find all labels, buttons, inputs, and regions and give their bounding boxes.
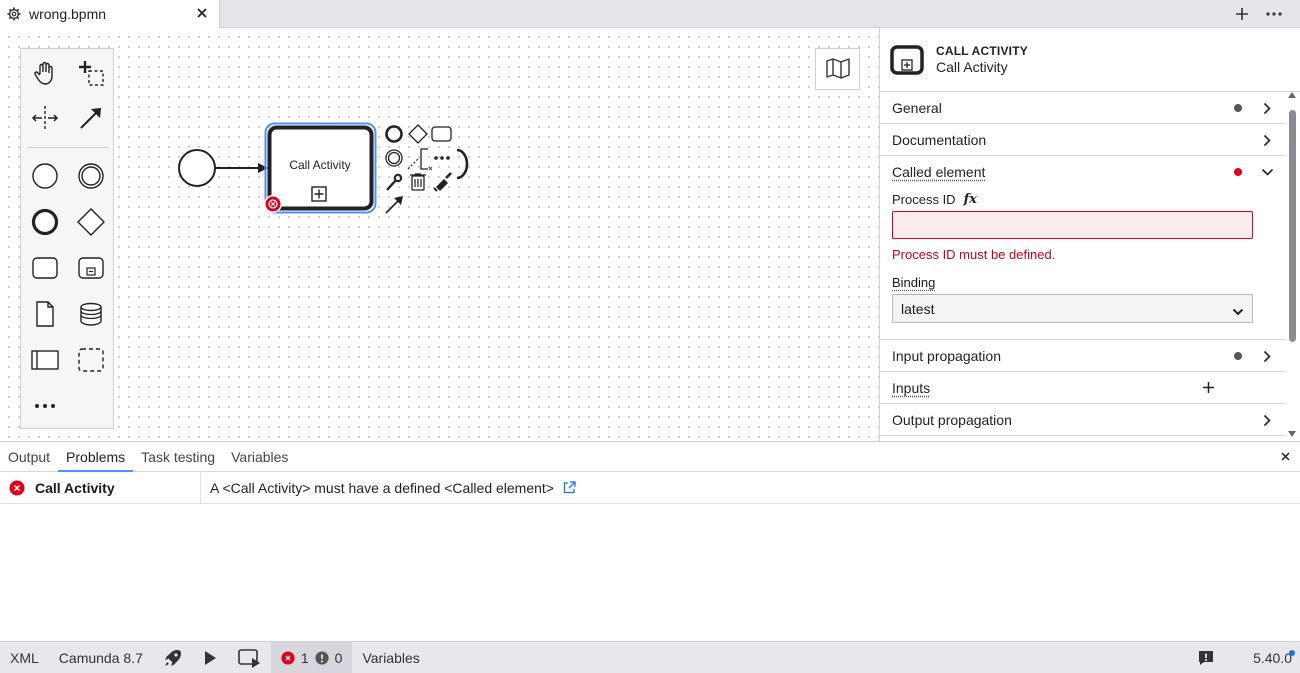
error-count: 1 <box>300 649 309 666</box>
properties-header: CALL ACTIVITY Call Activity <box>880 28 1300 92</box>
append-task-icon[interactable] <box>431 126 452 142</box>
scroll-down-icon[interactable] <box>1288 431 1296 437</box>
chevron-down-icon <box>1260 164 1274 180</box>
connect-arrow-icon[interactable] <box>385 196 403 214</box>
tab-task-testing[interactable]: Task testing <box>133 442 223 471</box>
close-panel-icon[interactable] <box>1278 449 1292 463</box>
bottom-panel: Output Problems Task testing Variables C… <box>0 441 1300 641</box>
variables-button[interactable]: Variables <box>352 642 429 673</box>
data-indicator-dot <box>1234 104 1242 112</box>
gear-icon <box>6 6 22 22</box>
group-label: Inputs <box>892 379 931 396</box>
problem-row[interactable]: Call Activity A <Call Activity> must hav… <box>0 472 1300 504</box>
update-indicator-dot <box>1289 650 1295 656</box>
problems-counter[interactable]: 1 0 <box>270 641 353 673</box>
append-intermediate-event-icon[interactable] <box>385 149 403 167</box>
binding-label: Binding <box>892 275 936 290</box>
error-icon <box>9 480 25 496</box>
loop-marker-icon[interactable] <box>456 148 469 180</box>
append-text-annotation-icon[interactable] <box>407 148 433 171</box>
more-options-icon[interactable] <box>434 156 450 160</box>
close-icon[interactable] <box>193 4 211 22</box>
warning-count-icon <box>315 650 329 665</box>
error-count-icon <box>281 650 295 665</box>
properties-panel: CALL ACTIVITY Call Activity General Docu… <box>879 28 1300 441</box>
append-gateway-icon[interactable] <box>408 124 428 144</box>
warning-count: 0 <box>334 649 343 666</box>
bpmn-diagram <box>178 122 469 214</box>
process-id-label-row: Process ID fx <box>892 188 1254 210</box>
deploy-rocket-icon[interactable] <box>153 642 193 673</box>
group-inputs[interactable]: Inputs <box>880 372 1286 404</box>
group-called-element[interactable]: Called element <box>880 156 1286 188</box>
called-element-body: Process ID fx Process ID must be defined… <box>880 188 1286 340</box>
element-name: Call Activity <box>936 59 1008 75</box>
more-options-icon[interactable] <box>1264 4 1284 24</box>
process-id-label: Process ID <box>892 191 956 207</box>
group-label: Documentation <box>892 131 987 148</box>
append-end-event-icon[interactable] <box>385 125 403 143</box>
context-pad <box>385 124 469 214</box>
chevron-down-icon <box>1232 303 1244 319</box>
error-marker-icon[interactable] <box>264 195 282 213</box>
engine-version-button[interactable]: Camunda 8.7 <box>49 642 153 673</box>
error-indicator-dot <box>1234 168 1242 176</box>
process-id-input[interactable] <box>892 211 1253 239</box>
problem-message-cell: A <Call Activity> must have a defined <C… <box>200 472 576 503</box>
start-event[interactable] <box>178 149 216 187</box>
sequence-flow[interactable] <box>215 163 268 173</box>
minimap-toggle-button[interactable] <box>815 48 860 90</box>
tab-bar: wrong.bpmn <box>0 0 1300 28</box>
tab-wrong-bpmn[interactable]: wrong.bpmn <box>0 0 220 28</box>
chevron-right-icon <box>1260 348 1274 364</box>
group-label: Input propagation <box>892 347 1001 364</box>
chevron-right-icon <box>1260 132 1274 148</box>
bpmn-canvas[interactable]: Call Activity <box>0 28 879 441</box>
start-instance-icon[interactable] <box>227 642 271 673</box>
app-version[interactable]: 5.40.0 <box>1253 642 1295 673</box>
group-general[interactable]: General <box>880 92 1286 124</box>
group-label: General <box>892 99 942 116</box>
group-documentation[interactable]: Documentation <box>880 124 1286 156</box>
properties-scrollbar[interactable] <box>1288 92 1296 441</box>
group-label: Output propagation <box>892 411 1012 428</box>
process-id-error: Process ID must be defined. <box>892 247 1056 262</box>
run-play-icon[interactable] <box>193 642 227 673</box>
group-output-propagation[interactable]: Output propagation <box>880 404 1286 436</box>
scroll-up-icon[interactable] <box>1288 92 1296 98</box>
group-label: Called element <box>892 164 986 180</box>
xml-button[interactable]: XML <box>0 642 49 673</box>
data-indicator-dot <box>1234 352 1242 360</box>
element-type: CALL ACTIVITY <box>936 44 1028 58</box>
change-type-wrench-icon[interactable] <box>386 173 403 191</box>
tab-title: wrong.bpmn <box>29 6 107 22</box>
delete-trash-icon[interactable] <box>410 173 426 191</box>
feedback-icon[interactable] <box>1198 650 1214 666</box>
binding-selected-value: latest <box>901 300 935 317</box>
status-bar: XML Camunda 8.7 1 0 Variables 5.40.0 <box>0 641 1300 673</box>
tab-problems[interactable]: Problems <box>58 442 134 472</box>
bottom-tabs: Output Problems Task testing Variables <box>0 442 1300 472</box>
chevron-right-icon <box>1260 100 1274 116</box>
map-icon <box>825 57 851 82</box>
tab-variables[interactable]: Variables <box>223 442 296 471</box>
call-activity-label: Call Activity <box>289 158 351 172</box>
color-brush-icon[interactable] <box>433 172 452 192</box>
new-tab-plus-icon[interactable] <box>1232 4 1252 24</box>
problem-message: A <Call Activity> must have a defined <C… <box>210 479 554 496</box>
version-label: 5.40.0 <box>1253 650 1292 666</box>
add-input-plus-icon[interactable] <box>1200 379 1216 395</box>
external-link-icon[interactable] <box>563 481 576 494</box>
group-input-propagation[interactable]: Input propagation <box>880 340 1286 372</box>
chevron-right-icon <box>1260 412 1274 428</box>
tab-output[interactable]: Output <box>0 442 58 471</box>
scrollbar-thumb[interactable] <box>1289 110 1296 342</box>
binding-select[interactable]: latest <box>892 294 1253 323</box>
call-activity-icon <box>890 44 924 75</box>
fx-toggle[interactable]: fx <box>964 192 977 207</box>
problem-element: Call Activity <box>35 480 115 496</box>
